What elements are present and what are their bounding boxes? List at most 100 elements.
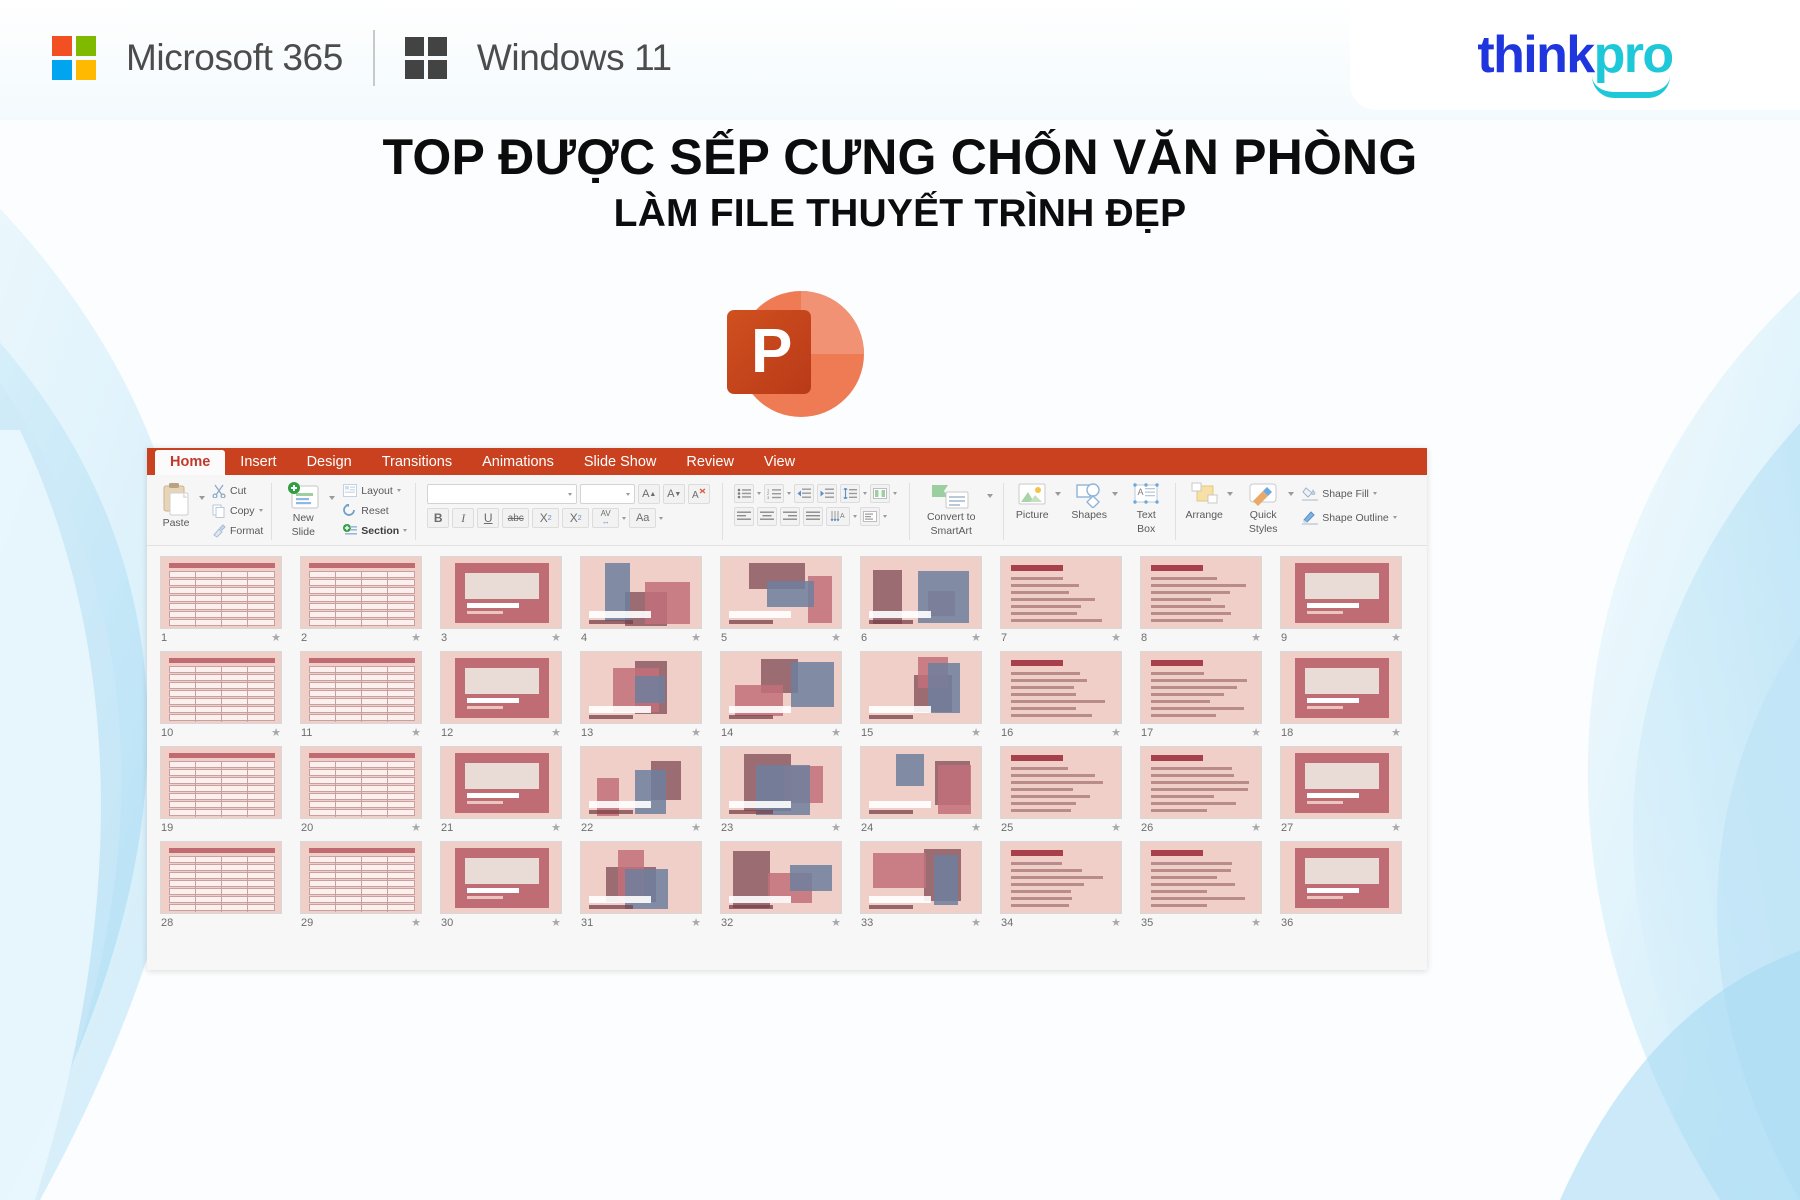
slide-thumbnail[interactable] <box>1140 556 1262 629</box>
slide-thumbnail[interactable] <box>300 651 422 724</box>
slide-thumbnail[interactable] <box>300 841 422 914</box>
font-size-caret[interactable] <box>626 492 631 496</box>
tab-review[interactable]: Review <box>671 450 749 475</box>
bullets-caret[interactable] <box>757 492 762 495</box>
align-right-button[interactable] <box>780 507 801 526</box>
slide-cell[interactable]: 28★ <box>157 839 297 934</box>
new-slide-dropdown-caret[interactable] <box>329 496 336 500</box>
picture-dropdown-caret[interactable] <box>1055 492 1062 496</box>
slide-cell[interactable]: 19★ <box>157 744 297 839</box>
align-text-button[interactable] <box>860 507 881 526</box>
text-box-button[interactable]: A Text Box <box>1123 480 1169 535</box>
justify-button[interactable] <box>803 507 824 526</box>
paste-dropdown-caret[interactable] <box>199 496 205 500</box>
line-spacing-caret[interactable] <box>863 492 868 495</box>
text-direction-caret[interactable] <box>853 515 858 518</box>
slide-cell[interactable]: 10 ★ <box>157 649 297 744</box>
increase-indent-button[interactable] <box>817 484 838 503</box>
slide-cell[interactable]: 23 ★ <box>717 744 857 839</box>
slide-star-icon[interactable]: ★ <box>1251 916 1261 929</box>
arrange-dropdown-caret[interactable] <box>1227 492 1234 496</box>
slide-cell[interactable]: 18 ★ <box>1277 649 1417 744</box>
tab-design[interactable]: Design <box>292 450 367 475</box>
slide-thumbnail[interactable] <box>1000 651 1122 724</box>
slide-thumbnail[interactable] <box>300 746 422 819</box>
slide-thumbnail[interactable] <box>860 651 982 724</box>
slide-thumbnail[interactable] <box>1140 746 1262 819</box>
font-size-input[interactable] <box>580 484 636 504</box>
slide-thumbnail[interactable] <box>720 556 842 629</box>
slide-star-icon[interactable]: ★ <box>1111 631 1121 644</box>
slide-star-icon[interactable]: ★ <box>1391 726 1401 739</box>
slide-star-icon[interactable]: ★ <box>411 726 421 739</box>
slide-thumbnail[interactable] <box>160 841 282 914</box>
slide-star-icon[interactable]: ★ <box>411 631 421 644</box>
paste-button[interactable]: Paste <box>153 480 199 530</box>
slide-thumbnail[interactable] <box>440 556 562 629</box>
slide-star-icon[interactable]: ★ <box>1111 726 1121 739</box>
slide-cell[interactable]: 3 ★ <box>437 554 577 649</box>
text-direction-button[interactable]: A <box>826 507 851 526</box>
slide-star-icon[interactable]: ★ <box>271 631 281 644</box>
slide-thumbnail[interactable] <box>580 556 702 629</box>
arrange-button[interactable]: Arrange <box>1181 480 1227 522</box>
slide-thumbnail[interactable] <box>580 746 702 819</box>
align-text-caret[interactable] <box>883 515 888 518</box>
shape-outline-caret[interactable] <box>1392 516 1397 519</box>
slide-thumbnail[interactable] <box>1000 841 1122 914</box>
slide-star-icon[interactable]: ★ <box>551 726 561 739</box>
slide-cell[interactable]: 31 ★ <box>577 839 717 934</box>
slide-thumbnail[interactable] <box>580 841 702 914</box>
slide-thumbnail[interactable] <box>300 556 422 629</box>
slide-thumbnail[interactable] <box>1280 651 1402 724</box>
shape-fill-button[interactable]: Shape Fill <box>1302 485 1397 502</box>
slide-star-icon[interactable]: ★ <box>1251 726 1261 739</box>
align-center-button[interactable] <box>757 507 778 526</box>
strikethrough-button[interactable]: abc <box>502 508 530 528</box>
slide-cell[interactable]: 12 ★ <box>437 649 577 744</box>
slide-cell[interactable]: 27 ★ <box>1277 744 1417 839</box>
slide-star-icon[interactable]: ★ <box>411 821 421 834</box>
convert-to-smartart-button[interactable]: Convert to SmartArt <box>915 480 987 537</box>
slide-star-icon[interactable]: ★ <box>1111 821 1121 834</box>
slide-star-icon[interactable]: ★ <box>971 631 981 644</box>
picture-button[interactable]: Picture <box>1009 480 1055 522</box>
slide-cell[interactable]: 34 ★ <box>997 839 1137 934</box>
slide-cell[interactable]: 26 ★ <box>1137 744 1277 839</box>
slide-cell[interactable]: 2 ★ <box>297 554 437 649</box>
slide-thumbnail[interactable] <box>440 841 562 914</box>
columns-button[interactable] <box>870 484 891 503</box>
character-spacing-button[interactable]: AV ↔ <box>592 508 620 528</box>
grow-font-button[interactable]: A ▲ <box>638 484 661 504</box>
slide-cell[interactable]: 16 ★ <box>997 649 1137 744</box>
section-button[interactable]: Section <box>343 522 408 539</box>
slide-cell[interactable]: 35 ★ <box>1137 839 1277 934</box>
tab-view[interactable]: View <box>749 450 810 475</box>
slide-thumbnail[interactable] <box>160 746 282 819</box>
reset-button[interactable]: Reset <box>343 502 407 519</box>
decrease-indent-button[interactable] <box>794 484 815 503</box>
slide-cell[interactable]: 21 ★ <box>437 744 577 839</box>
slide-star-icon[interactable]: ★ <box>551 821 561 834</box>
slide-thumbnail[interactable] <box>1280 841 1402 914</box>
tab-transitions[interactable]: Transitions <box>367 450 467 475</box>
slide-star-icon[interactable]: ★ <box>971 821 981 834</box>
slide-star-icon[interactable]: ★ <box>411 916 421 929</box>
shapes-button[interactable]: Shapes <box>1066 480 1112 522</box>
new-slide-button[interactable]: New Slide <box>277 480 329 538</box>
tab-slide-show[interactable]: Slide Show <box>569 450 672 475</box>
shape-outline-button[interactable]: Shape Outline <box>1302 509 1397 526</box>
font-name-input[interactable] <box>427 484 578 504</box>
slide-star-icon[interactable]: ★ <box>691 821 701 834</box>
slide-cell[interactable]: 5 ★ <box>717 554 857 649</box>
slide-cell[interactable]: 36★ <box>1277 839 1417 934</box>
slide-cell[interactable]: 11 ★ <box>297 649 437 744</box>
format-painter-button[interactable]: Format <box>212 522 263 539</box>
slide-thumbnail[interactable] <box>860 841 982 914</box>
slide-thumbnail[interactable] <box>1000 746 1122 819</box>
slide-star-icon[interactable]: ★ <box>831 726 841 739</box>
slide-cell[interactable]: 30 ★ <box>437 839 577 934</box>
slide-thumbnail[interactable] <box>1280 556 1402 629</box>
slide-star-icon[interactable]: ★ <box>271 726 281 739</box>
slide-cell[interactable]: 1 ★ <box>157 554 297 649</box>
